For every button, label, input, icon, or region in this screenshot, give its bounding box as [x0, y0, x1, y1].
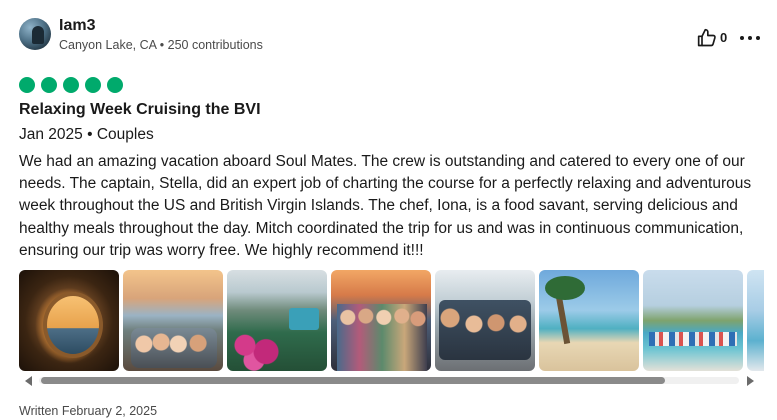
rating-bubble-icon [19, 77, 35, 93]
gallery-photo-harbor-flowers[interactable] [227, 270, 327, 371]
reviewer-location: Canyon Lake, CA [59, 38, 157, 52]
more-options-button[interactable] [739, 26, 761, 48]
gallery-photo-beach-palms[interactable] [539, 270, 639, 371]
gallery-scrollbar[interactable] [19, 374, 764, 388]
trip-type: Couples [96, 126, 154, 143]
written-date: Written February 2, 2025 [19, 404, 158, 418]
helpful-vote-button[interactable]: 0 [695, 27, 731, 49]
arrow-right-icon[interactable] [747, 376, 754, 386]
reviewer-contributions: 250 contributions [167, 38, 263, 52]
trip-date: Jan 2025 [19, 126, 83, 143]
review-title[interactable]: Relaxing Week Cruising the BVI [19, 101, 261, 119]
rating-bubble-icon [84, 77, 101, 93]
reviewer-name[interactable]: Iam3 [59, 17, 95, 35]
gallery-photo-group-sunset[interactable] [331, 270, 431, 371]
gallery-photo-group-on-deck[interactable] [123, 270, 223, 371]
trip-separator: • [87, 126, 93, 143]
avatar[interactable] [19, 18, 51, 50]
arrow-left-icon[interactable] [25, 376, 32, 386]
review-header: Iam3 Canyon Lake, CA • 250 contributions… [19, 16, 777, 56]
reviewer-meta: Canyon Lake, CA • 250 contributions [59, 38, 263, 52]
gallery-photo-partial[interactable] [747, 270, 764, 371]
rating-bubble-icon [62, 77, 79, 93]
meta-separator: • [159, 38, 165, 52]
thumbs-up-icon [697, 28, 716, 47]
gallery-photo-porthole-sunset[interactable] [19, 270, 119, 371]
photo-gallery [19, 270, 764, 371]
rating-bubble-icon [106, 77, 123, 93]
review-text: We had an amazing vacation aboard Soul M… [19, 153, 752, 259]
rating-bubbles [19, 77, 124, 93]
trip-info: Jan 2025 • Couples [19, 126, 154, 144]
rating-bubble-icon [40, 77, 57, 93]
helpful-count: 0 [720, 30, 728, 45]
scrollbar-thumb[interactable] [41, 377, 665, 384]
gallery-photo-group-selfie[interactable] [435, 270, 535, 371]
gallery-photo-beach-bar[interactable] [643, 270, 743, 371]
